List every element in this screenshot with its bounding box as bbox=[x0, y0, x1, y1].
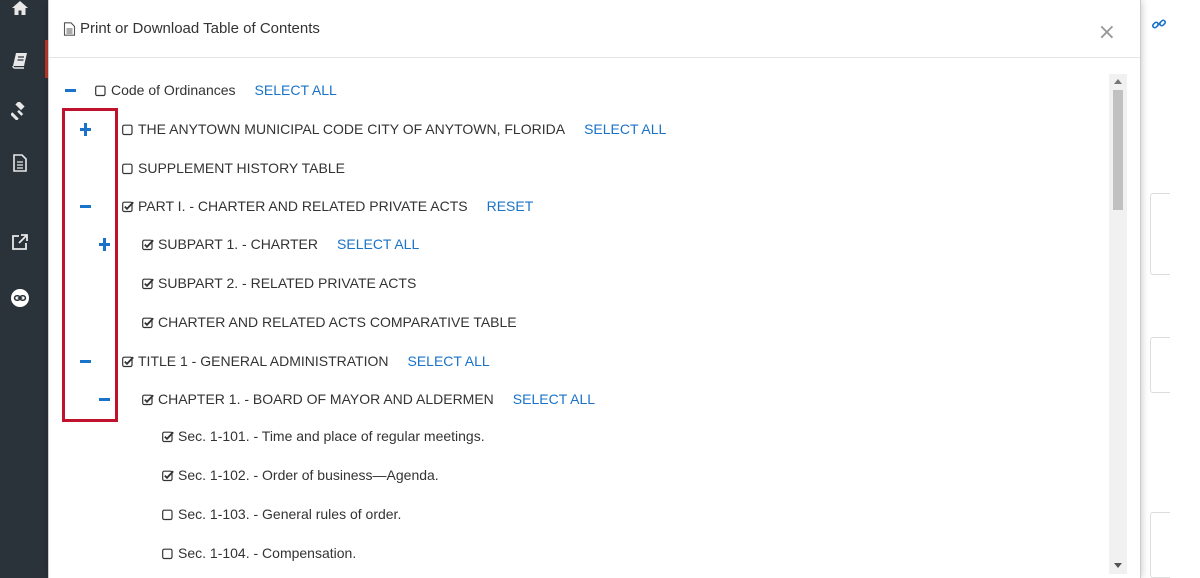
background-page bbox=[1141, 0, 1200, 578]
file-icon bbox=[63, 21, 76, 36]
checked-checkbox-icon[interactable] bbox=[122, 201, 134, 212]
highlight-box bbox=[62, 108, 118, 422]
unchecked-checkbox-icon[interactable] bbox=[162, 548, 173, 559]
tree-node: SUBPART 2. - RELATED PRIVATE ACTS bbox=[142, 272, 416, 294]
scroll-down-arrow-icon[interactable] bbox=[1114, 563, 1122, 568]
tree-node-label[interactable]: SUBPART 2. - RELATED PRIVATE ACTS bbox=[158, 275, 416, 291]
modal-title: Print or Download Table of Contents bbox=[63, 20, 320, 37]
tree-node-label[interactable]: TITLE 1 - GENERAL ADMINISTRATION bbox=[138, 353, 388, 369]
tree-node-label[interactable]: CHARTER AND RELATED ACTS COMPARATIVE TAB… bbox=[158, 314, 517, 330]
tree-node: SUBPART 1. - CHARTER SELECT ALL bbox=[142, 233, 419, 255]
select-all-link[interactable]: SELECT ALL bbox=[337, 236, 419, 252]
link-icon[interactable] bbox=[1151, 16, 1167, 32]
checked-checkbox-icon[interactable] bbox=[142, 278, 154, 289]
tree-node: Sec. 1-104. - Compensation. bbox=[162, 542, 356, 564]
collapse-minus-icon[interactable] bbox=[65, 83, 77, 97]
background-card bbox=[1150, 193, 1170, 275]
select-all-link[interactable]: SELECT ALL bbox=[584, 121, 666, 137]
tree-node: CHARTER AND RELATED ACTS COMPARATIVE TAB… bbox=[142, 311, 517, 333]
scroll-thumb[interactable] bbox=[1113, 90, 1123, 210]
tree-node: Sec. 1-102. - Order of business—Agenda. bbox=[162, 464, 439, 486]
tree-node-label[interactable]: PART I. - CHARTER AND RELATED PRIVATE AC… bbox=[138, 198, 468, 214]
scroll-up-arrow-icon[interactable] bbox=[1114, 79, 1122, 84]
close-button[interactable]: × bbox=[1098, 22, 1116, 44]
unchecked-checkbox-icon[interactable] bbox=[122, 163, 133, 174]
checked-checkbox-icon[interactable] bbox=[142, 394, 154, 405]
toc-modal: Print or Download Table of Contents × Co… bbox=[48, 0, 1141, 578]
modal-header: Print or Download Table of Contents × bbox=[49, 0, 1140, 58]
tree-node: TITLE 1 - GENERAL ADMINISTRATION SELECT A… bbox=[122, 350, 490, 372]
tree-node: Sec. 1-101. - Time and place of regular … bbox=[162, 425, 485, 447]
tree-node-label[interactable]: Sec. 1-103. - General rules of order. bbox=[178, 506, 401, 522]
tree-node: SUPPLEMENT HISTORY TABLE bbox=[122, 157, 345, 179]
tree-node-label[interactable]: SUBPART 1. - CHARTER bbox=[158, 236, 318, 252]
tree-node: PART I. - CHARTER AND RELATED PRIVATE AC… bbox=[122, 195, 533, 217]
tree-node-label[interactable]: Code of Ordinances bbox=[111, 82, 236, 98]
reset-link[interactable]: RESET bbox=[487, 198, 534, 214]
unchecked-checkbox-icon[interactable] bbox=[122, 124, 133, 135]
background-card bbox=[1150, 512, 1170, 578]
modal-title-text: Print or Download Table of Contents bbox=[80, 20, 320, 37]
select-all-link[interactable]: SELECT ALL bbox=[255, 82, 337, 98]
document-icon[interactable] bbox=[10, 153, 30, 173]
background-card bbox=[1150, 337, 1170, 393]
tree-node: Code of Ordinances SELECT ALL bbox=[95, 79, 337, 101]
unchecked-checkbox-icon[interactable] bbox=[162, 509, 173, 520]
book-icon[interactable] bbox=[10, 50, 30, 70]
checked-checkbox-icon[interactable] bbox=[162, 431, 174, 442]
tree-node-label[interactable]: Sec. 1-101. - Time and place of regular … bbox=[178, 428, 485, 444]
select-all-link[interactable]: SELECT ALL bbox=[407, 353, 489, 369]
checked-checkbox-icon[interactable] bbox=[142, 317, 154, 328]
tree-node-label[interactable]: CHAPTER 1. - BOARD OF MAYOR AND ALDERMEN bbox=[158, 391, 494, 407]
tree-node-label[interactable]: Sec. 1-104. - Compensation. bbox=[178, 545, 356, 561]
app-sidebar bbox=[0, 0, 48, 578]
external-link-icon[interactable] bbox=[10, 232, 30, 252]
chain-link-icon[interactable] bbox=[10, 288, 30, 308]
checked-checkbox-icon[interactable] bbox=[142, 239, 154, 250]
tree-node: CHAPTER 1. - BOARD OF MAYOR AND ALDERMEN… bbox=[142, 388, 595, 410]
gavel-icon[interactable] bbox=[10, 101, 30, 121]
checked-checkbox-icon[interactable] bbox=[162, 470, 174, 481]
checked-checkbox-icon[interactable] bbox=[122, 356, 134, 367]
unchecked-checkbox-icon[interactable] bbox=[95, 85, 106, 96]
tree-node-label[interactable]: Sec. 1-102. - Order of business—Agenda. bbox=[178, 467, 439, 483]
scrollbar[interactable] bbox=[1109, 74, 1127, 574]
toc-tree: Code of Ordinances SELECT ALL THE ANYTOWN … bbox=[49, 70, 1109, 578]
tree-node-label[interactable]: SUPPLEMENT HISTORY TABLE bbox=[138, 160, 345, 176]
tree-node: THE ANYTOWN MUNICIPAL CODE CITY OF ANYTO… bbox=[122, 118, 666, 140]
select-all-link[interactable]: SELECT ALL bbox=[513, 391, 595, 407]
tree-node: Sec. 1-103. - General rules of order. bbox=[162, 503, 401, 525]
home-icon[interactable] bbox=[10, 0, 30, 18]
tree-node-label[interactable]: THE ANYTOWN MUNICIPAL CODE CITY OF ANYTO… bbox=[138, 121, 565, 137]
